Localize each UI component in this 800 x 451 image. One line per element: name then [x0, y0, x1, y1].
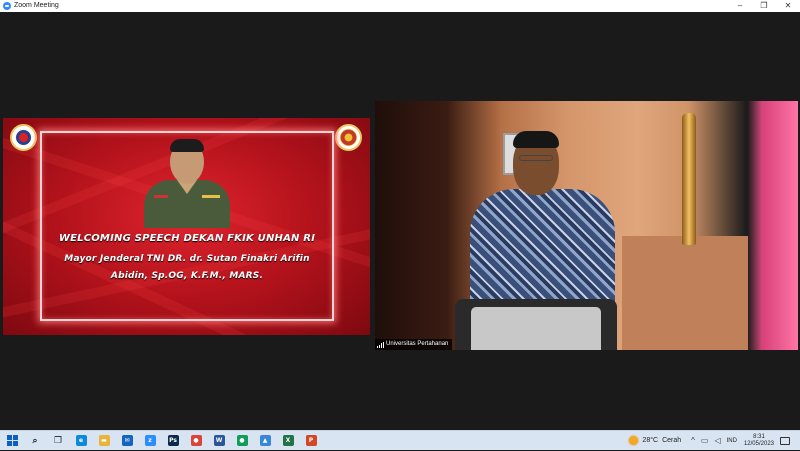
taskbar-app-photoshop[interactable]: Ps: [163, 431, 183, 451]
taskbar-app-excel[interactable]: X: [278, 431, 298, 451]
file-explorer-icon: ▬: [98, 435, 110, 446]
clock[interactable]: 8:31 12/05/2023: [744, 434, 774, 448]
close-button[interactable]: ✕: [776, 0, 800, 12]
taskbar-app-word[interactable]: W: [209, 431, 229, 451]
clock-time: 8:31: [753, 433, 765, 440]
taskbar-app-search[interactable]: ⌕: [25, 431, 45, 451]
volume-icon[interactable]: ◁: [714, 436, 720, 445]
zoom-logo-icon: [3, 2, 11, 10]
maximize-button[interactable]: ❐: [752, 0, 776, 12]
taskbar-app-chrome-profile[interactable]: ●: [232, 431, 252, 451]
edge-icon: e: [75, 435, 87, 446]
taskbar-app-mail[interactable]: ✉: [117, 431, 137, 451]
chrome-icon: ●: [190, 435, 202, 446]
participant-name-label: Universitas Pertahanan: [375, 339, 453, 350]
taskbar-app-edge[interactable]: e: [71, 431, 91, 451]
start-button[interactable]: [2, 431, 22, 451]
meeting-area: WELCOMING SPEECH DEKAN FKIK UNHAN RI May…: [0, 12, 800, 430]
pink-backdrop: [761, 101, 798, 350]
taskbar-app-task-view[interactable]: ❐: [48, 431, 68, 451]
podium-panel: [471, 307, 601, 350]
participant-name: Universitas Pertahanan: [386, 341, 449, 347]
slide-subtitle-line1: Mayor Jenderal TNI DR. dr. Sutan Finakri…: [64, 254, 310, 264]
shared-slide[interactable]: WELCOMING SPEECH DEKAN FKIK UNHAN RI May…: [3, 118, 370, 335]
golden-trophy: [682, 113, 696, 245]
excel-icon: X: [282, 435, 294, 446]
weather-temp: 28°C: [642, 437, 659, 444]
participant-video[interactable]: Universitas Pertahanan: [375, 101, 798, 350]
taskbar-app-zoom[interactable]: z: [140, 431, 160, 451]
taskbar-app-photos[interactable]: ▲: [255, 431, 275, 451]
clock-date: 12/05/2023: [743, 440, 774, 447]
window-title: Zoom Meeting: [14, 2, 59, 9]
windows-icon: [6, 435, 18, 446]
chrome-profile-icon: ●: [236, 435, 248, 446]
pinned-apps: ⌕ ❐ e ▬ ✉ z Ps ● W ● ▲ X P: [25, 431, 324, 451]
word-icon: W: [213, 435, 225, 446]
sun-icon: [629, 436, 639, 445]
powerpoint-icon: P: [305, 435, 317, 446]
weather-widget[interactable]: 28°C Cerah: [629, 436, 685, 445]
taskbar-app-chrome[interactable]: ●: [186, 431, 206, 451]
background-cabinet: [622, 236, 748, 350]
slide-heading: WELCOMING SPEECH DEKAN FKIK UNHAN RI: [58, 233, 316, 244]
taskbar-app-file-explorer[interactable]: ▬: [94, 431, 114, 451]
chevron-up-icon[interactable]: ^: [691, 436, 695, 445]
network-icon[interactable]: ▭: [701, 436, 709, 445]
mail-icon: ✉: [121, 435, 133, 446]
zoom-icon: z: [144, 435, 156, 446]
task-view-icon: ❐: [53, 435, 63, 446]
taskbar-app-powerpoint[interactable]: P: [301, 431, 321, 451]
title-bar: Zoom Meeting – ❐ ✕: [0, 0, 800, 12]
photos-icon: ▲: [259, 435, 271, 446]
notification-icon[interactable]: [780, 436, 790, 445]
search-icon: ⌕: [32, 435, 38, 446]
taskbar: ⌕ ❐ e ▬ ✉ z Ps ● W ● ▲ X P 28°C Cerah ^ ▭ ◁ IND 8:31…: [0, 430, 800, 450]
unhan-emblem-icon: [10, 124, 37, 151]
slide-subtitle-line2: Abidin, Sp.OG, K.F.M., MARS.: [110, 271, 264, 281]
minimize-button[interactable]: –: [728, 0, 752, 12]
fkik-emblem-icon: [335, 124, 362, 151]
dean-portrait: [144, 139, 230, 228]
system-tray: 28°C Cerah ^ ▭ ◁ IND 8:31 12/05/2023: [629, 431, 800, 451]
weather-condition: Cerah: [662, 437, 682, 444]
photoshop-icon: Ps: [167, 435, 179, 446]
window-controls: – ❐ ✕: [728, 0, 800, 12]
language-indicator[interactable]: IND: [727, 438, 737, 444]
signal-strength-icon: [377, 341, 384, 348]
